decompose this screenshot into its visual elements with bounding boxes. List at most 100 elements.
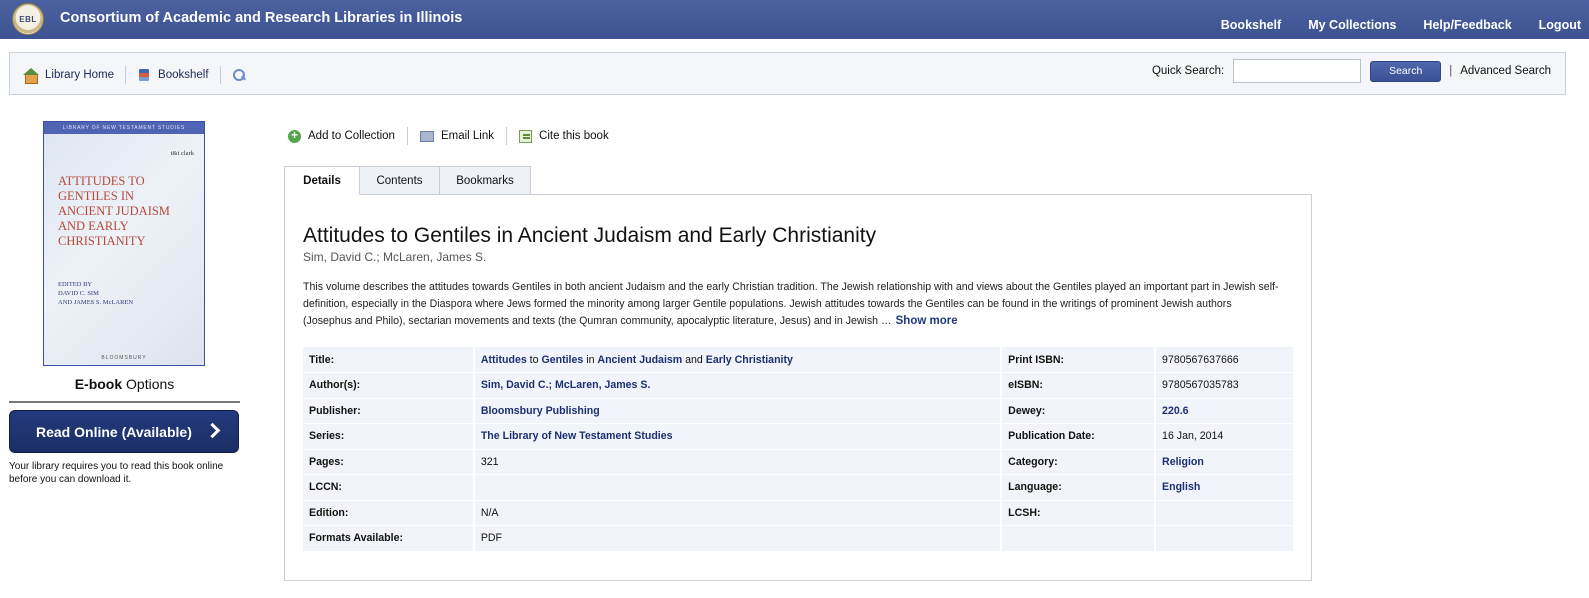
top-header: EBL Consortium of Academic and Research …	[0, 0, 1589, 39]
ebook-label: E-book	[74, 376, 123, 392]
chevron-right-icon	[204, 422, 221, 439]
details-panel: Attitudes to Gentiles in Ancient Judaism…	[284, 194, 1312, 581]
quick-search-input[interactable]	[1233, 59, 1362, 83]
email-link-button[interactable]: Email Link	[419, 130, 495, 142]
detail-value	[1155, 500, 1295, 526]
quick-search-label: Quick Search:	[1151, 65, 1225, 77]
tab-contents[interactable]: Contents	[359, 166, 440, 195]
details-table: Title: Attitudes to Gentiles in Ancient …	[303, 347, 1295, 552]
detail-label: Category:	[1001, 449, 1157, 475]
detail-label: Series:	[303, 423, 475, 450]
cover-editor-line: DAVID C. SIM	[58, 290, 99, 297]
detail-title-value: Attitudes to Gentiles in Ancient Judaism…	[473, 347, 1003, 373]
cover-title-line: CHRISTIANITY	[58, 234, 146, 248]
title-word-link[interactable]: Ancient Judaism	[597, 354, 682, 366]
detail-value: Bloomsbury Publishing	[473, 398, 1003, 424]
language-link[interactable]: English	[1162, 481, 1200, 493]
bookshelf-label: Bookshelf	[158, 69, 209, 81]
author-link[interactable]: McLaren, James S.	[555, 379, 650, 391]
action-divider	[506, 127, 508, 145]
detail-value: The Library of New Testament Studies	[473, 423, 1003, 450]
bookshelf-link[interactable]: Bookshelf	[137, 68, 209, 82]
show-more-link[interactable]: Show more	[896, 315, 958, 327]
detail-label: Publisher:	[303, 398, 475, 424]
cite-label: Cite this book	[539, 130, 609, 142]
nav-help-feedback[interactable]: Help/Feedback	[1423, 18, 1511, 32]
tab-details[interactable]: Details	[284, 166, 360, 195]
detail-value: 9780567637666	[1155, 347, 1295, 373]
detail-label: Language:	[1001, 474, 1157, 501]
detail-value: PDF	[473, 525, 1003, 552]
add-to-collection-button[interactable]: Add to Collection	[288, 128, 395, 143]
title-connector: and	[682, 353, 706, 366]
author-link[interactable]: Sim, David C.	[481, 379, 549, 391]
table-row: Series: The Library of New Testament Stu…	[303, 423, 1295, 450]
detail-label: Print ISBN:	[1001, 347, 1157, 373]
title-word-link[interactable]: Gentiles	[541, 354, 583, 366]
nav-logout[interactable]: Logout	[1539, 18, 1581, 32]
title-word-link[interactable]: Early Christianity	[706, 354, 793, 366]
nav-my-collections[interactable]: My Collections	[1308, 18, 1396, 32]
cover-title: ATTITUDES TO GENTILES IN ANCIENT JUDAISM…	[58, 174, 170, 249]
table-row: Publisher: Bloomsbury Publishing Dewey: …	[303, 398, 1295, 424]
site-title: Consortium of Academic and Research Libr…	[60, 10, 463, 26]
toolbar-divider	[125, 66, 127, 84]
email-icon	[419, 130, 434, 142]
detail-label: Publication Date:	[1001, 423, 1157, 450]
tab-bookmarks[interactable]: Bookmarks	[439, 166, 531, 195]
detail-label: Title:	[303, 347, 475, 373]
table-row: LCCN: Language: English	[303, 474, 1295, 501]
category-link[interactable]: Religion	[1162, 456, 1204, 468]
search-button[interactable]: Search	[1370, 60, 1442, 82]
cover-editors: EDITED BY DAVID C. SIM AND JAMES S. McLA…	[58, 280, 133, 307]
toolbar-links: Library Home Bookshelf	[23, 66, 252, 84]
add-icon	[288, 128, 301, 143]
detail-label: Pages:	[303, 449, 475, 475]
action-divider	[406, 127, 408, 145]
cite-book-button[interactable]: Cite this book	[519, 129, 609, 143]
description-text: This volume describes the attitudes towa…	[303, 281, 1279, 327]
cover-title-line: GENTILES IN	[58, 189, 135, 203]
library-home-link[interactable]: Library Home	[23, 68, 115, 84]
table-row: Pages: 321 Category: Religion	[303, 449, 1295, 475]
detail-tabs: Details Contents Bookmarks	[284, 166, 531, 195]
detail-value: N/A	[473, 500, 1003, 526]
cite-icon	[519, 129, 533, 143]
ebl-logo[interactable]: EBL	[12, 3, 44, 35]
search-link[interactable]	[232, 68, 252, 82]
read-online-button[interactable]: Read Online (Available)	[9, 410, 239, 453]
cover-series-band: LIBRARY OF NEW TESTAMENT STUDIES	[44, 122, 204, 134]
options-label: Options	[122, 376, 175, 392]
detail-value	[473, 474, 1003, 501]
detail-value: 321	[473, 449, 1003, 475]
nav-bookshelf[interactable]: Bookshelf	[1221, 18, 1281, 32]
cover-title-line: AND EARLY	[58, 219, 129, 233]
book-actions: Add to Collection Email Link Cite this b…	[288, 127, 609, 145]
publisher-link[interactable]: Bloomsbury Publishing	[481, 405, 600, 417]
logo-text: EBL	[19, 14, 37, 24]
book-title: Attitudes to Gentiles in Ancient Judaism…	[303, 224, 877, 247]
email-link-label: Email Link	[440, 130, 495, 142]
cover-imprint: BLOOMSBURY	[101, 355, 147, 361]
detail-label: Formats Available:	[303, 525, 475, 552]
ebook-options-heading: E-book Options	[9, 376, 240, 392]
detail-value	[1155, 525, 1295, 552]
detail-value: 16 Jan, 2014	[1155, 423, 1295, 450]
detail-label: LCSH:	[1001, 500, 1157, 526]
title-connector: to	[526, 353, 542, 366]
home-icon	[23, 68, 39, 84]
book-description: This volume describes the attitudes towa…	[303, 279, 1283, 330]
library-home-label: Library Home	[45, 69, 115, 81]
detail-value: English	[1155, 474, 1295, 501]
dewey-link[interactable]: 220.6	[1162, 405, 1189, 417]
detail-authors-value: Sim, David C.; McLaren, James S.	[473, 372, 1003, 399]
search-icon	[232, 68, 246, 82]
detail-value: 220.6	[1155, 398, 1295, 424]
detail-value: Religion	[1155, 449, 1295, 475]
advanced-search-link[interactable]: Advanced Search	[1460, 65, 1551, 77]
toolbar-divider	[219, 66, 221, 84]
read-online-label: Read Online (Available)	[36, 423, 192, 440]
detail-label: LCCN:	[303, 474, 475, 501]
series-link[interactable]: The Library of New Testament Studies	[481, 430, 673, 442]
title-word-link[interactable]: Attitudes	[481, 354, 527, 366]
